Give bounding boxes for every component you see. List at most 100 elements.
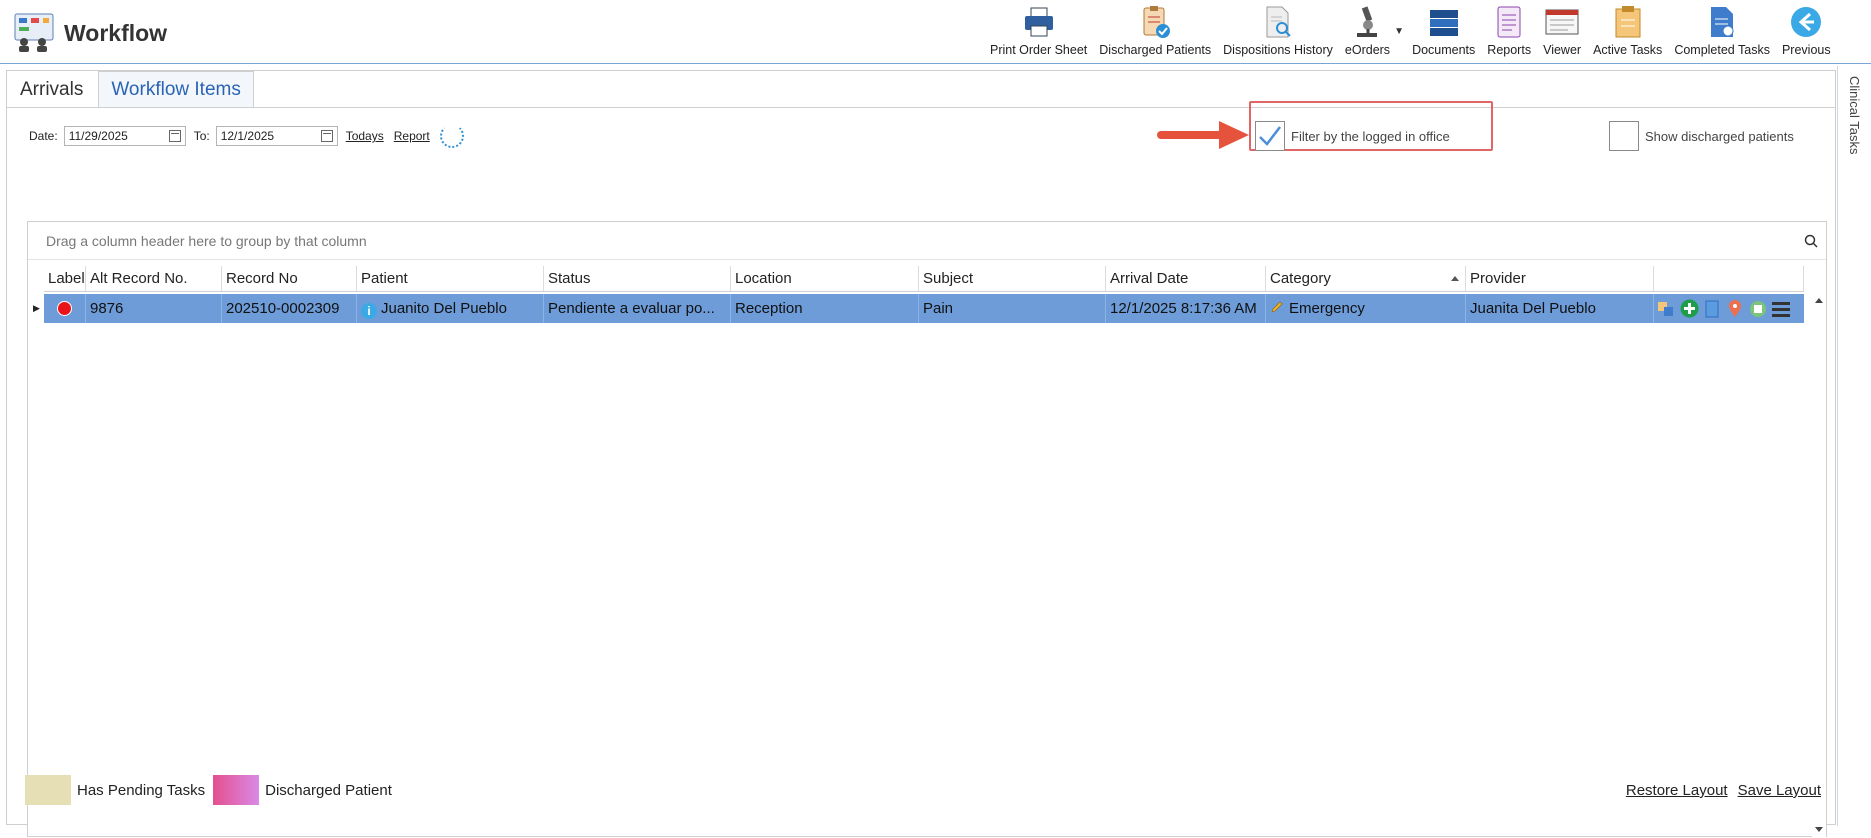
filter-office-label: Filter by the logged in office bbox=[1291, 128, 1450, 144]
back-arrow-icon bbox=[1788, 4, 1824, 40]
toolbar-label: Completed Tasks bbox=[1674, 43, 1770, 57]
merge-records-icon[interactable] bbox=[1656, 299, 1676, 319]
previous-button[interactable]: Previous bbox=[1776, 4, 1837, 60]
arrivals-grid: Drag a column header here to group by th… bbox=[27, 221, 1827, 838]
layout-links: Restore Layout Save Layout bbox=[1626, 782, 1821, 799]
todays-link[interactable]: Todays bbox=[346, 129, 384, 143]
main-panel: Arrivals Workflow Items Date: 11/29/2025… bbox=[6, 70, 1836, 838]
scroll-up-icon[interactable] bbox=[1815, 298, 1823, 303]
date-from-input[interactable]: 11/29/2025 bbox=[63, 126, 186, 146]
group-by-panel[interactable]: Drag a column header here to group by th… bbox=[28, 222, 1826, 260]
completed-tasks-button[interactable]: Completed Tasks bbox=[1668, 4, 1776, 60]
printer-icon bbox=[1021, 4, 1057, 40]
viewer-button[interactable]: Viewer bbox=[1537, 4, 1587, 60]
calendar-icon[interactable] bbox=[168, 130, 181, 142]
legend: Has Pending Tasks Discharged Patient bbox=[25, 775, 392, 805]
show-discharged-toggle[interactable]: Show discharged patients bbox=[1609, 121, 1794, 151]
documents-stack-icon bbox=[1426, 4, 1462, 40]
location-pin-icon[interactable] bbox=[1725, 299, 1745, 319]
subject-cell: Pain bbox=[919, 294, 1106, 323]
refresh-icon[interactable] bbox=[439, 124, 464, 148]
column-header-category[interactable]: Category bbox=[1266, 266, 1466, 291]
side-tab-label: Clinical Tasks bbox=[1847, 76, 1862, 155]
date-from-value: 11/29/2025 bbox=[68, 129, 128, 143]
provider-cell: Juanita Del Pueblo bbox=[1466, 294, 1654, 323]
label-cell bbox=[44, 294, 86, 323]
table-row[interactable]: 9876 202510-0002309 i Juanito Del Pueblo … bbox=[44, 294, 1804, 323]
column-header-status[interactable]: Status bbox=[544, 266, 731, 291]
report-link[interactable]: Report bbox=[394, 129, 430, 143]
discharged-swatch bbox=[213, 775, 260, 805]
eorders-button[interactable]: eOrders ▼ bbox=[1339, 4, 1404, 60]
notes-icon[interactable] bbox=[1748, 299, 1768, 319]
clipboard-check-icon bbox=[1137, 4, 1173, 40]
reports-button[interactable]: Reports bbox=[1481, 4, 1537, 60]
alt-record-cell: 9876 bbox=[86, 294, 222, 323]
date-label: Date: bbox=[29, 129, 58, 143]
status-cell: Pendiente a evaluar po... bbox=[544, 294, 731, 323]
column-header-actions bbox=[1654, 266, 1804, 291]
toolbar-label: Reports bbox=[1487, 43, 1532, 57]
restore-layout-link[interactable]: Restore Layout bbox=[1626, 782, 1728, 799]
clinical-tasks-side-tab[interactable]: Clinical Tasks bbox=[1837, 66, 1871, 826]
calendar-icon[interactable] bbox=[320, 130, 333, 142]
grid-header: Label Alt Record No. Record No Patient S… bbox=[44, 266, 1804, 292]
date-to-value: 12/1/2025 bbox=[220, 129, 275, 143]
header: Workflow Print Order Sheet Discharged Pa… bbox=[0, 0, 1871, 64]
red-label-icon bbox=[57, 301, 72, 316]
microscope-icon bbox=[1349, 4, 1385, 40]
location-cell: Reception bbox=[731, 294, 919, 323]
column-header-category-text: Category bbox=[1270, 270, 1331, 287]
eorders-dropdown-icon[interactable]: ▼ bbox=[1394, 26, 1404, 37]
info-icon[interactable]: i bbox=[361, 303, 377, 319]
date-filter-bar: Date: 11/29/2025 To: 12/1/2025 Todays Re… bbox=[29, 123, 464, 149]
toolbar-label: Dispositions History bbox=[1223, 43, 1333, 57]
column-header-record-no[interactable]: Record No bbox=[222, 266, 357, 291]
tab-divider bbox=[7, 107, 1835, 108]
task-folder-icon bbox=[1610, 4, 1646, 40]
toolbar-label: Discharged Patients bbox=[1099, 43, 1212, 57]
legend-discharged-label: Discharged Patient bbox=[265, 781, 392, 799]
record-no-cell: 202510-0002309 bbox=[222, 294, 357, 323]
toolbar-label: eOrders bbox=[1344, 43, 1391, 57]
print-order-sheet-button[interactable]: Print Order Sheet bbox=[984, 4, 1093, 60]
column-header-patient[interactable]: Patient bbox=[357, 266, 544, 291]
tab-bar: Arrivals Workflow Items bbox=[7, 71, 254, 107]
dispositions-history-button[interactable]: Dispositions History bbox=[1217, 4, 1339, 60]
column-header-location[interactable]: Location bbox=[731, 266, 919, 291]
toolbar-label: Documents bbox=[1412, 43, 1476, 57]
save-layout-link[interactable]: Save Layout bbox=[1738, 782, 1821, 799]
page-title: Workflow bbox=[64, 20, 168, 46]
vertical-scrollbar[interactable] bbox=[1812, 292, 1826, 838]
pencil-icon bbox=[1271, 301, 1283, 313]
documents-button[interactable]: Documents bbox=[1406, 4, 1481, 60]
group-by-hint: Drag a column header here to group by th… bbox=[46, 233, 367, 249]
toolbar: Print Order Sheet Discharged Patients Di… bbox=[984, 4, 1837, 60]
tab-workflow-items[interactable]: Workflow Items bbox=[98, 71, 254, 107]
show-discharged-checkbox[interactable] bbox=[1609, 121, 1639, 151]
category-value: Emergency bbox=[1289, 300, 1365, 317]
search-icon[interactable] bbox=[1804, 234, 1818, 248]
column-header-subject[interactable]: Subject bbox=[919, 266, 1106, 291]
document-icon[interactable] bbox=[1702, 299, 1722, 319]
discharged-patients-button[interactable]: Discharged Patients bbox=[1093, 4, 1217, 60]
active-tasks-button[interactable]: Active Tasks bbox=[1587, 4, 1668, 60]
toolbar-label: Viewer bbox=[1543, 43, 1582, 57]
add-icon[interactable] bbox=[1679, 299, 1699, 319]
filter-office-checkbox[interactable] bbox=[1255, 121, 1285, 151]
document-search-icon bbox=[1260, 4, 1296, 40]
sort-ascending-icon bbox=[1451, 276, 1459, 281]
category-cell: Emergency bbox=[1266, 294, 1466, 323]
column-header-provider[interactable]: Provider bbox=[1466, 266, 1654, 291]
scroll-down-icon[interactable] bbox=[1815, 827, 1823, 832]
column-header-alt-record[interactable]: Alt Record No. bbox=[86, 266, 222, 291]
date-to-input[interactable]: 12/1/2025 bbox=[215, 126, 338, 146]
column-header-label[interactable]: Label bbox=[44, 266, 86, 291]
column-header-arrival-date[interactable]: Arrival Date bbox=[1106, 266, 1266, 291]
tab-arrivals[interactable]: Arrivals bbox=[7, 71, 97, 107]
toolbar-label: Previous bbox=[1781, 43, 1831, 57]
pending-tasks-swatch bbox=[25, 775, 71, 805]
to-label: To: bbox=[193, 129, 210, 143]
filter-office-toggle[interactable]: Filter by the logged in office bbox=[1255, 121, 1450, 151]
menu-icon[interactable] bbox=[1771, 299, 1791, 319]
